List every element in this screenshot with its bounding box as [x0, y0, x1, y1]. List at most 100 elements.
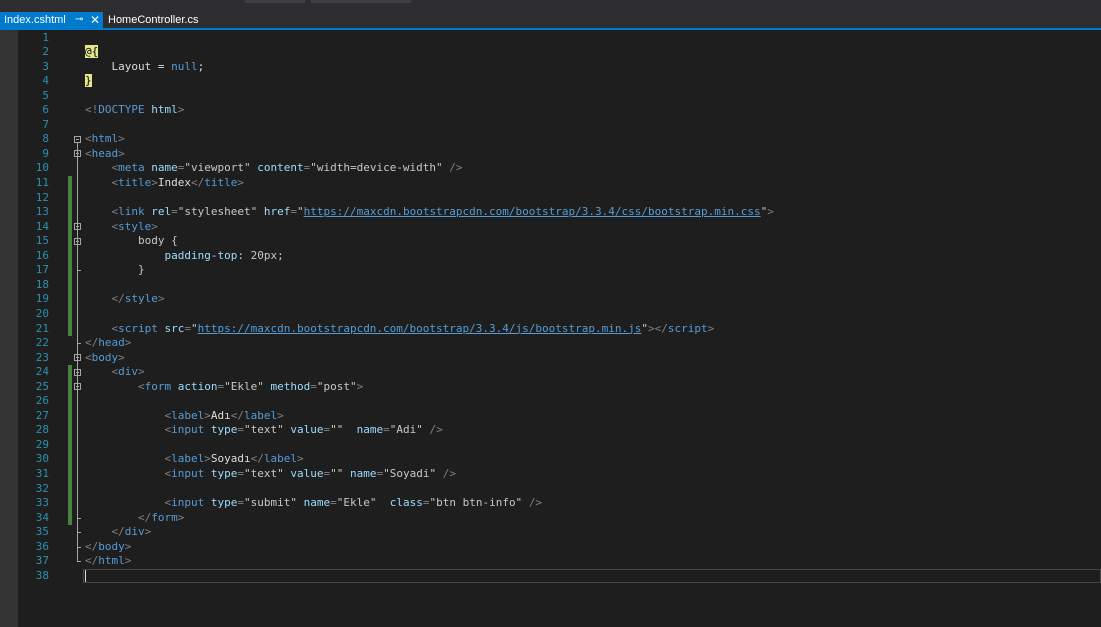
line-code: </style>	[85, 292, 165, 307]
pin-icon[interactable]: ⊸	[75, 12, 83, 28]
line-number: 13	[35, 205, 49, 219]
code-line[interactable]: 22 </head>	[0, 336, 1101, 351]
code-token: label	[171, 452, 205, 466]
code-line[interactable]: 21 <script src="https://maxcdn.bootstrap…	[0, 322, 1101, 337]
code-token: "width=device-width"	[310, 161, 443, 175]
code-line[interactable]: 24 <div>	[0, 365, 1101, 380]
code-line[interactable]: 2 @{	[0, 45, 1101, 60]
code-line[interactable]: 17 }	[0, 263, 1101, 278]
code-line[interactable]: 5	[0, 89, 1101, 104]
code-line[interactable]: 15 body {	[0, 234, 1101, 249]
code-line[interactable]: 9 <head>	[0, 147, 1101, 162]
line-number: 4	[42, 74, 49, 88]
line-code: </head>	[85, 336, 131, 351]
code-token: div	[118, 365, 138, 379]
code-token: =	[171, 205, 178, 219]
code-token: @{	[85, 45, 99, 59]
outline-guide-end	[77, 270, 81, 272]
code-line[interactable]: 4}	[0, 74, 1101, 89]
code-line[interactable]: 26	[0, 394, 1101, 409]
code-token: body {	[85, 234, 178, 248]
code-line[interactable]: 28 <input type="text" value="" name="Adi…	[0, 423, 1101, 438]
code-token: >	[118, 146, 125, 160]
code-token: =	[290, 205, 297, 219]
code-token: "Ekle"	[224, 379, 264, 393]
code-line[interactable]: 29	[0, 438, 1101, 453]
line-number: 9	[42, 146, 49, 160]
code-line[interactable]: 3 Layout = null;	[0, 60, 1101, 75]
code-token: >	[124, 336, 132, 350]
line-code: <head>	[85, 147, 125, 162]
code-token: label	[243, 408, 278, 422]
code-line[interactable]: 25 <form action="Ekle" method="post">	[0, 380, 1101, 395]
line-code: @{	[85, 45, 99, 60]
line-number: 7	[42, 117, 49, 131]
tab-index-cshtml[interactable]: Index.cshtml ⊸ ✕	[0, 12, 103, 28]
close-icon[interactable]: ✕	[90, 12, 100, 28]
code-token: >	[707, 321, 715, 335]
code-token: script	[667, 321, 708, 335]
code-line[interactable]: 23 <body>	[0, 351, 1101, 366]
line-number: 19	[35, 292, 49, 306]
line-number: 33	[35, 496, 49, 510]
code-token: src	[164, 321, 185, 335]
code-token: class	[389, 496, 423, 510]
code-line[interactable]: 16 padding-top: 20px;	[0, 249, 1101, 264]
code-token: </	[230, 408, 244, 422]
outline-guide	[77, 390, 78, 518]
change-tracking-bar	[68, 176, 72, 337]
line-number: 16	[35, 248, 49, 262]
collapse-icon[interactable]	[74, 135, 81, 143]
code-token: "btn btn-info"	[429, 496, 523, 510]
code-token: <	[85, 132, 92, 146]
code-token: html	[98, 554, 125, 568]
code-line[interactable]: 35 </div>	[0, 525, 1101, 540]
code-line[interactable]: 1	[0, 31, 1101, 46]
code-token: value	[290, 467, 324, 480]
code-line[interactable]: 34 </form>	[0, 511, 1101, 526]
line-number: 21	[35, 321, 49, 335]
code-line[interactable]: 37 </html>	[0, 554, 1101, 569]
code-token: type	[210, 467, 238, 480]
menu-strip	[0, 0, 1101, 12]
code-line[interactable]: 19 </style>	[0, 292, 1101, 307]
code-line[interactable]: 38	[0, 569, 1101, 584]
code-line[interactable]: 12	[0, 191, 1101, 206]
code-line[interactable]: 6 <!DOCTYPE html>	[0, 103, 1101, 118]
code-token: />	[429, 423, 443, 437]
tab-homecontroller-cs[interactable]: HomeController.cs	[108, 12, 198, 28]
code-token: />	[449, 161, 463, 175]
code-token: ;	[197, 59, 205, 73]
code-token: "	[641, 321, 648, 335]
code-line[interactable]: 20	[0, 307, 1101, 322]
code-line[interactable]: 14 <style>	[0, 220, 1101, 235]
outline-guide-end	[77, 561, 81, 563]
code-token: label	[171, 408, 205, 422]
code-line[interactable]: 18	[0, 278, 1101, 293]
code-token: method	[270, 379, 311, 393]
code-token: =	[237, 496, 244, 510]
code-line[interactable]: 10 <meta name="viewport" content="width=…	[0, 161, 1101, 176]
code-line[interactable]: 31 <input type="text" value="" name="Soy…	[0, 467, 1101, 482]
code-line[interactable]: 30 <label>Soyadı</label>	[0, 452, 1101, 467]
code-line[interactable]: 27 <label>Adı</label>	[0, 409, 1101, 424]
code-token: "	[191, 321, 198, 335]
code-line[interactable]: 33 <input type="submit" name="Ekle" clas…	[0, 496, 1101, 511]
code-token: </	[111, 292, 125, 306]
code-line[interactable]: 13 <link rel="stylesheet" href="https://…	[0, 205, 1101, 220]
line-code: </html>	[85, 554, 131, 569]
line-code: <script src="https://maxcdn.bootstrapcdn…	[85, 321, 715, 337]
code-line[interactable]: 8 <html>	[0, 132, 1101, 147]
code-line[interactable]: 7	[0, 118, 1101, 133]
code-line[interactable]: 11 <title>Index</title>	[0, 176, 1101, 191]
code-token: >	[767, 205, 774, 219]
code-line[interactable]: 32	[0, 482, 1101, 497]
code-line[interactable]: 36 </body>	[0, 540, 1101, 555]
code-token: >	[204, 452, 211, 466]
code-token: >	[296, 452, 304, 466]
code-token: >	[118, 350, 125, 364]
code-editor[interactable]: 1 2 @{3 Layout = null; 4} 5 6 <!DOCTYPE html> 7…	[0, 30, 1101, 627]
